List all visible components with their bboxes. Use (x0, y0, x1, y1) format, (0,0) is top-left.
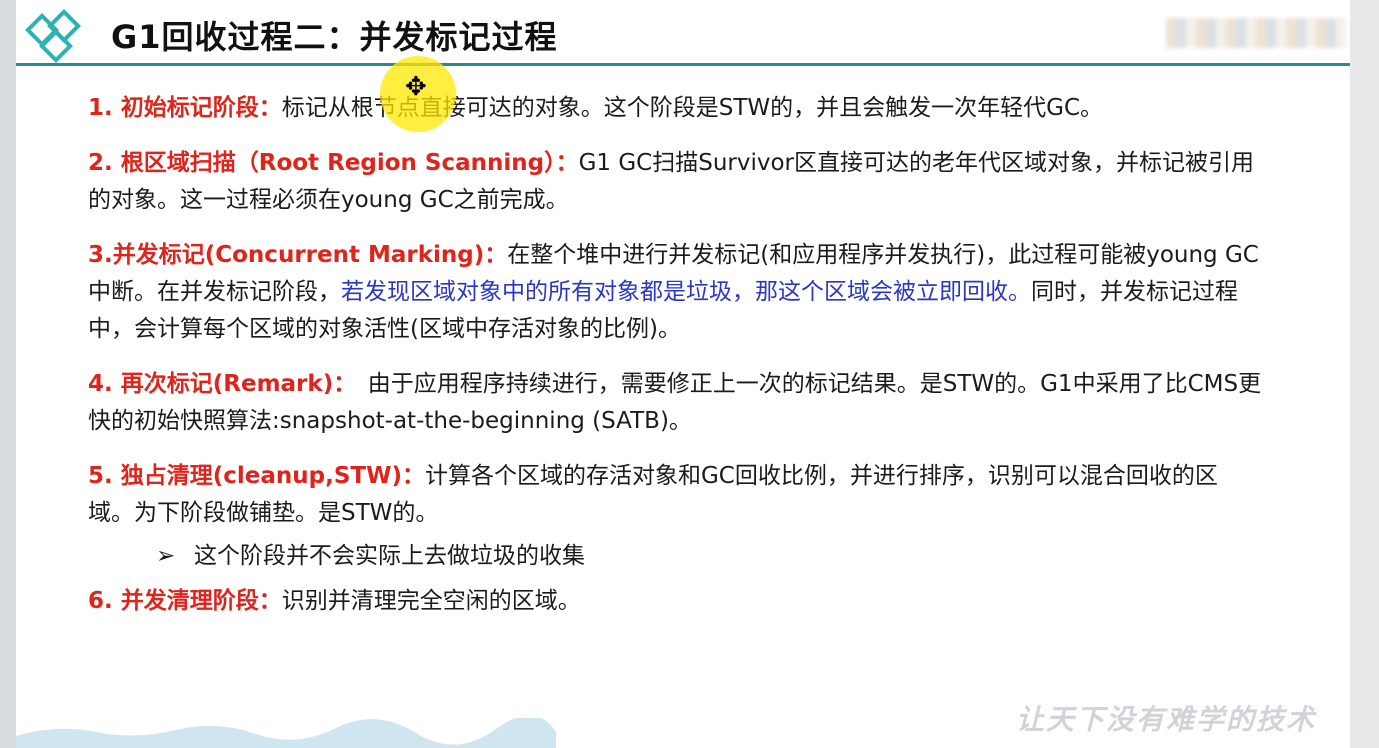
arrow-bullet-icon: ➢ (156, 543, 176, 569)
sub-list-item: ➢ 这个阶段并不会实际上去做垃圾的收集 (88, 538, 1263, 575)
slide: G1回收过程二：并发标记过程 1. 初始标记阶段：标记从根节点直接可达的对象。这… (16, 0, 1350, 748)
logo-icon (25, 9, 81, 63)
list-item: 4. 再次标记(Remark)： 由于应用程序持续进行，需要修正上一次的标记结果… (88, 366, 1263, 440)
item-heading: 3.并发标记(Concurrent Marking)： (88, 242, 508, 268)
title-divider (16, 63, 1350, 66)
list-item: 3.并发标记(Concurrent Marking)：在整个堆中进行并发标记(和… (88, 237, 1263, 348)
item-heading: 6. 并发清理阶段： (88, 588, 282, 614)
list-item: 6. 并发清理阶段：识别并清理完全空闲的区域。 (88, 583, 1263, 620)
list-item: 5. 独占清理(cleanup,STW)：计算各个区域的存活对象和GC回收比例，… (88, 458, 1263, 532)
item-heading: 1. 初始标记阶段： (88, 95, 282, 121)
slide-title: G1回收过程二：并发标记过程 (111, 18, 558, 56)
item-highlight: 若发现区域对象中的所有对象都是垃圾，那这个区域会被立即回收。 (341, 279, 1031, 305)
item-heading: 2. 根区域扫描（Root Region Scanning）： (88, 150, 579, 176)
list-item: 2. 根区域扫描（Root Region Scanning）：G1 GC扫描Su… (88, 145, 1263, 219)
window-edge (1350, 0, 1379, 748)
list-item: 1. 初始标记阶段：标记从根节点直接可达的对象。这个阶段是STW的，并且会触发一… (88, 90, 1263, 127)
watermark: 让天下没有难学的技术 (1016, 703, 1317, 736)
item-heading: 5. 独占清理(cleanup,STW)： (88, 463, 425, 489)
item-heading: 4. 再次标记(Remark)： (88, 371, 345, 397)
slide-content: 1. 初始标记阶段：标记从根节点直接可达的对象。这个阶段是STW的，并且会触发一… (88, 90, 1263, 638)
decorative-wave (16, 718, 556, 748)
move-cursor-icon: ✥ (405, 72, 427, 102)
sub-item-text: 这个阶段并不会实际上去做垃圾的收集 (194, 543, 585, 569)
blurred-thumbnail (1166, 18, 1346, 48)
item-body: 识别并清理完全空闲的区域。 (281, 588, 581, 614)
